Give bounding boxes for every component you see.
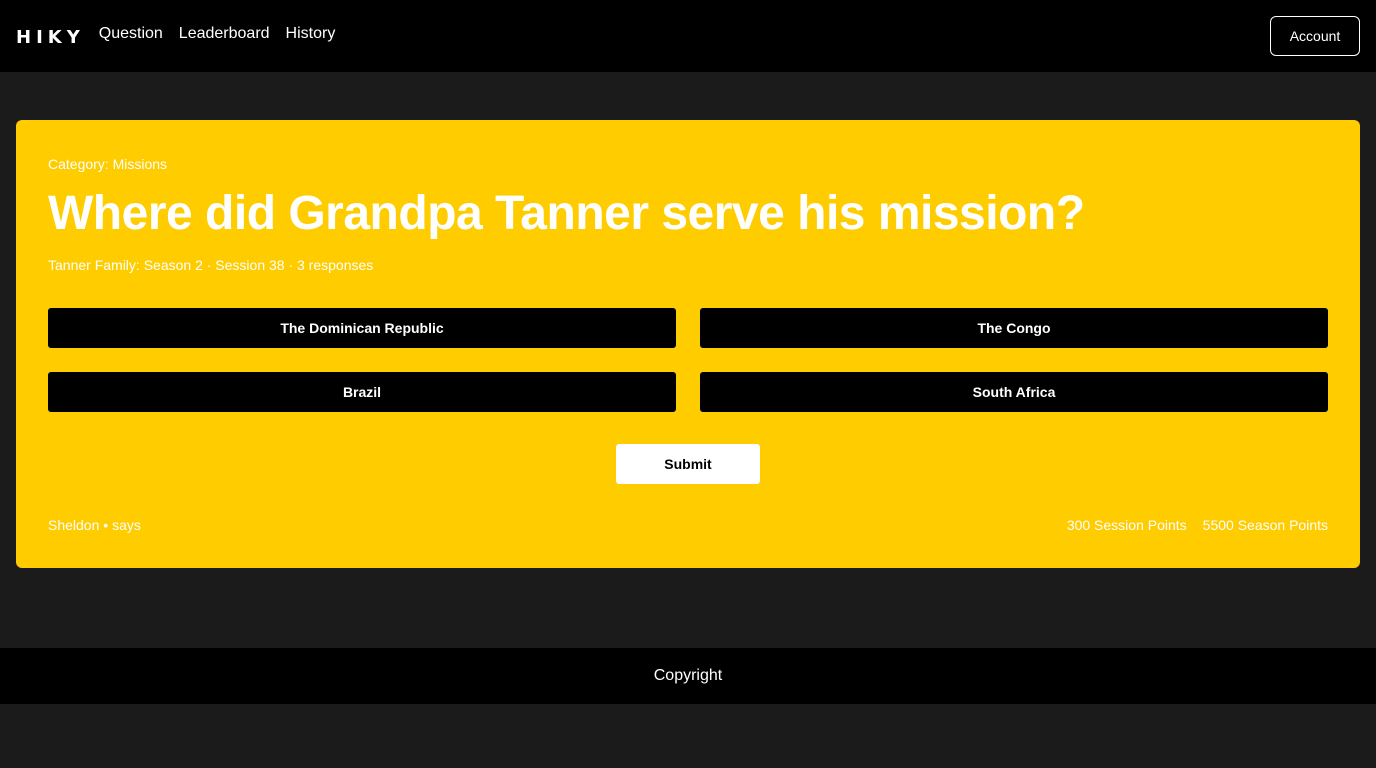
category-value: Missions bbox=[112, 156, 168, 172]
answer-option-2[interactable]: The Congo bbox=[700, 308, 1328, 348]
top-navigation-bar: HIKY Question Leaderboard History Accoun… bbox=[0, 0, 1376, 72]
account-button[interactable]: Account bbox=[1270, 16, 1360, 56]
speaker-line: Sheldon • says bbox=[48, 517, 141, 533]
nav-history-link[interactable]: History bbox=[286, 25, 336, 43]
answer-option-3[interactable]: Brazil bbox=[48, 372, 676, 412]
nav-question-link[interactable]: Question bbox=[99, 25, 163, 43]
submit-button[interactable]: Submit bbox=[616, 444, 760, 484]
nav-leaderboard-link[interactable]: Leaderboard bbox=[179, 25, 270, 43]
answer-option-1[interactable]: The Dominican Republic bbox=[48, 308, 676, 348]
points-summary: 300 Session Points 5500 Season Points bbox=[1067, 517, 1328, 533]
session-meta: Tanner Family: Season 2 · Session 38 · 3… bbox=[48, 257, 374, 273]
season-points: 5500 Season Points bbox=[1202, 517, 1328, 533]
copyright-text: Copyright bbox=[653, 667, 723, 684]
speaker-name: Sheldon bbox=[48, 517, 100, 533]
hiky-logo[interactable]: HIKY bbox=[16, 27, 85, 48]
speaker-verb: says bbox=[112, 517, 141, 533]
answer-option-4[interactable]: South Africa bbox=[700, 372, 1328, 412]
question-card: Category: Missions Where did Grandpa Tan… bbox=[16, 120, 1360, 568]
category-line: Category: Missions bbox=[48, 156, 167, 172]
session-points: 300 Session Points bbox=[1066, 517, 1187, 533]
question-title: Where did Grandpa Tanner serve his missi… bbox=[48, 187, 1085, 240]
page-footer: Copyright bbox=[0, 648, 1376, 704]
speaker-separator: • bbox=[103, 517, 109, 533]
category-label: Category: bbox=[48, 156, 109, 172]
